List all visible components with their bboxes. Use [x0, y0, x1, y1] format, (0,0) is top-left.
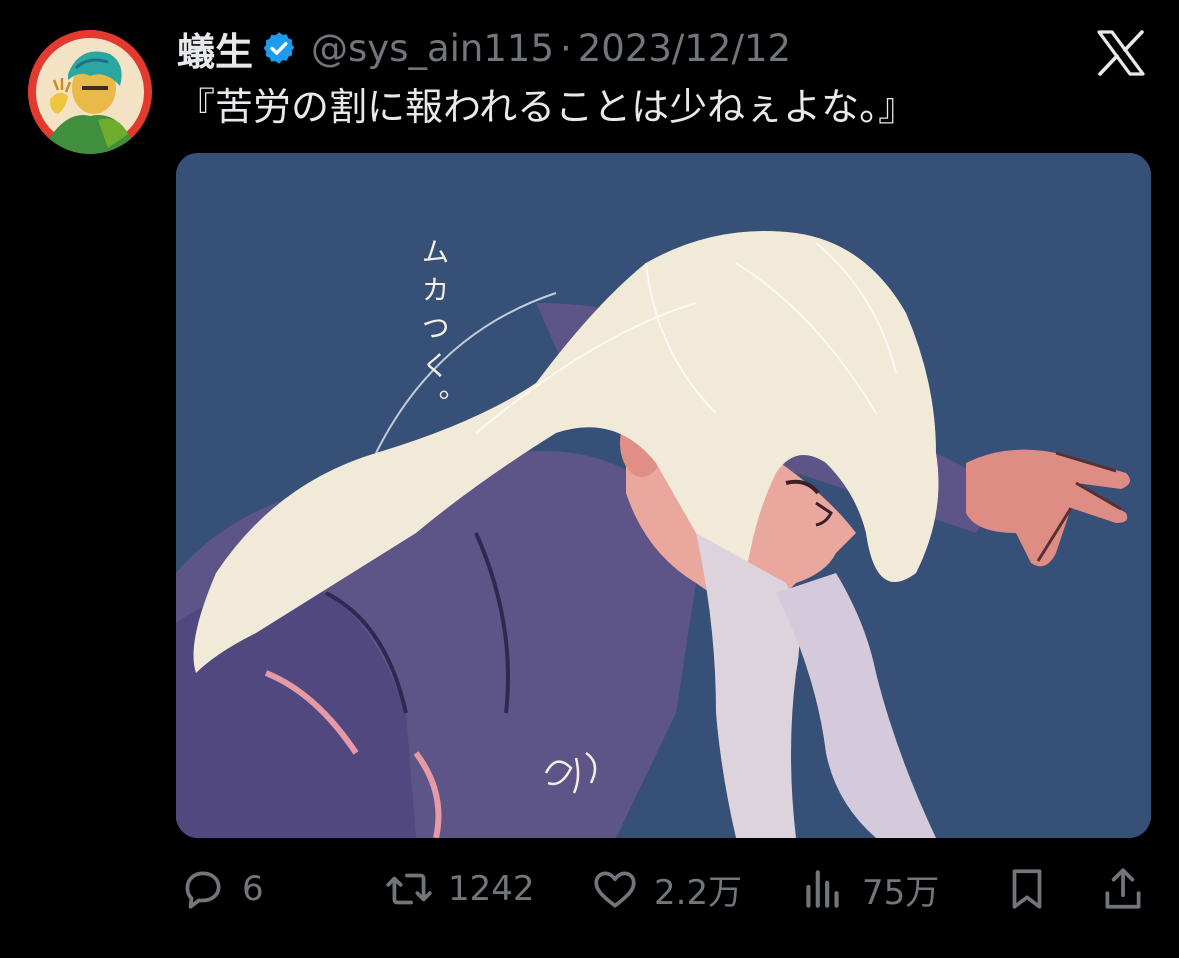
display-name[interactable]: 蟻生 — [177, 21, 253, 76]
reply-button[interactable]: 6 — [178, 856, 264, 922]
like-button[interactable]: 2.2万 — [590, 856, 742, 922]
x-logo-icon[interactable] — [1096, 30, 1146, 76]
tweet-text: 『苦労の割に報われることは少ねぇよな。』 — [177, 85, 917, 129]
avatar[interactable] — [28, 30, 152, 154]
author-handle[interactable]: @sys_ain115 — [311, 27, 554, 70]
like-count: 2.2万 — [654, 872, 743, 913]
bookmark-icon — [1012, 869, 1042, 909]
views-count: 75万 — [862, 872, 940, 913]
retweet-button[interactable]: 1242 — [384, 856, 535, 922]
views-button[interactable]: 75万 — [798, 856, 939, 922]
tweet-media[interactable]: ムカつく。 — [176, 153, 1151, 838]
views-icon — [806, 870, 839, 908]
illustration-image: ムカつく。 — [176, 153, 1151, 838]
reply-count: 6 — [242, 869, 264, 909]
avatar-illustration — [28, 30, 152, 154]
media-caption-text: ムカつく。 — [418, 237, 451, 427]
share-button[interactable] — [1098, 856, 1148, 922]
retweet-icon — [386, 873, 432, 905]
tweet: 蟻生 @sys_ain115 · 2023/12/12 『苦労の割に報われること… — [0, 0, 1179, 958]
separator-dot: · — [560, 26, 572, 70]
verified-badge-icon — [263, 32, 295, 64]
share-icon — [1105, 868, 1141, 909]
tweet-header: 蟻生 @sys_ain115 · 2023/12/12 — [177, 24, 791, 74]
reply-icon — [185, 871, 221, 909]
bookmark-button[interactable] — [1002, 856, 1052, 922]
retweet-count: 1242 — [448, 869, 535, 909]
tweet-actions: 6 1242 2.2万 75万 — [0, 856, 1179, 922]
heart-icon — [594, 871, 636, 908]
tweet-date[interactable]: 2023/12/12 — [578, 27, 791, 70]
